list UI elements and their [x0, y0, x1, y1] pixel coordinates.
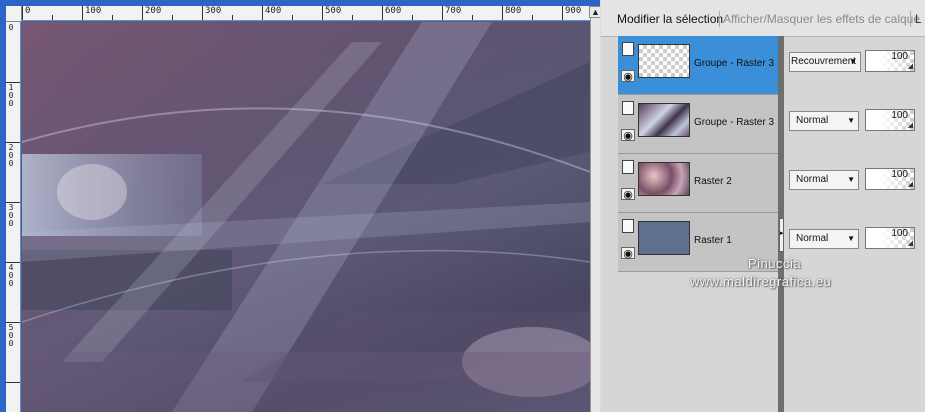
ruler-label: 400	[265, 6, 282, 16]
resize-grip-icon: ◢	[907, 181, 913, 188]
eye-icon[interactable]: ◉	[621, 188, 635, 201]
chevron-down-icon: ▼	[849, 57, 857, 66]
chevron-down-icon: ▼	[847, 234, 855, 243]
watermark-url: www.maldiregrafica.eu	[690, 274, 832, 289]
tab-truncated[interactable]: L	[915, 12, 922, 26]
watermark-name: Pinuccia	[748, 256, 802, 271]
chevron-right-icon[interactable]: ▸	[779, 218, 784, 252]
layer-thumbnail	[638, 162, 690, 196]
layer-row[interactable]: ◉ Groupe - Raster 3	[618, 95, 778, 154]
ruler-label: 800	[505, 6, 522, 16]
ruler-label: 500	[325, 6, 342, 16]
layers-panel: Modifier la sélection Afficher/Masquer l…	[601, 0, 925, 412]
blend-mode-value: Normal	[796, 233, 829, 244]
ruler-label: 5 0 0	[8, 323, 14, 348]
layer-thumbnail	[638, 103, 690, 137]
ruler-label: 1 0 0	[8, 83, 14, 108]
blend-mode-select[interactable]: Normal ▼	[789, 229, 859, 249]
layer-properties: Recouvrement ▼ 100 ◢ Normal ▼ 100 ◢ Normal ▼ …	[785, 36, 925, 268]
ruler-label: 0	[25, 6, 31, 16]
toolbar-divider	[719, 11, 720, 27]
ruler-corner	[6, 6, 22, 22]
ruler-label: 4 0 0	[8, 263, 14, 288]
ruler-label: 300	[205, 6, 222, 16]
resize-grip-icon: ◢	[907, 63, 913, 70]
opacity-value: 100	[891, 169, 908, 180]
vertical-ruler: 0 1 0 0 2 0 0 3 0 0 4 0 0 5 0 0	[6, 22, 21, 412]
resize-grip-icon: ◢	[907, 122, 913, 129]
resize-grip-icon: ◢	[907, 240, 913, 247]
layer-name: Groupe - Raster 3	[694, 117, 775, 128]
tab-toggle-layer-effects[interactable]: Afficher/Masquer les effets de calque	[723, 12, 920, 26]
blend-mode-value: Normal	[796, 174, 829, 185]
blend-mode-value: Recouvrement	[791, 56, 857, 67]
ruler-label: 700	[445, 6, 462, 16]
toolbar-divider	[910, 11, 911, 27]
opacity-field[interactable]: 100 ◢	[865, 50, 915, 72]
layer-row[interactable]: ◉ Raster 2	[618, 154, 778, 213]
blend-mode-select[interactable]: Normal ▼	[789, 170, 859, 190]
layer-thumbnail	[638, 44, 690, 78]
ruler-label: 900	[565, 6, 582, 16]
eye-icon[interactable]: ◉	[621, 129, 635, 142]
blend-mode-value: Normal	[796, 115, 829, 126]
chevron-down-icon: ▼	[847, 175, 855, 184]
eye-icon[interactable]: ◉	[621, 70, 635, 83]
layer-link-icon[interactable]	[622, 160, 634, 174]
image-editor: 0 100 200 300 400 500 600 700 800 900 0 …	[0, 0, 600, 412]
layer-name: Raster 1	[694, 235, 732, 246]
ruler-label: 100	[85, 6, 102, 16]
layer-name: Raster 2	[694, 176, 732, 187]
opacity-value: 100	[891, 110, 908, 121]
layer-list: ◉ Groupe - Raster 3 ◉ Groupe - Raster 3 …	[618, 36, 778, 272]
opacity-value: 100	[891, 51, 908, 62]
layer-link-icon[interactable]	[622, 101, 634, 115]
scroll-up-button[interactable]: ▲	[589, 6, 600, 18]
layer-name: Groupe - Raster 3	[694, 58, 775, 69]
ruler-label: 200	[145, 6, 162, 16]
ruler-label: 0	[8, 23, 14, 32]
chevron-down-icon: ▼	[847, 116, 855, 125]
ruler-label: 3 0 0	[8, 203, 14, 228]
horizontal-ruler: 0 100 200 300 400 500 600 700 800 900	[22, 6, 590, 21]
ruler-label: 2 0 0	[8, 143, 14, 168]
eye-icon[interactable]: ◉	[621, 247, 635, 260]
vertical-scrollbar[interactable]: ▲	[589, 6, 600, 412]
layers-toolbar: Modifier la sélection Afficher/Masquer l…	[601, 0, 925, 37]
tab-edit-selection[interactable]: Modifier la sélection	[617, 12, 723, 26]
opacity-field[interactable]: 100 ◢	[865, 168, 915, 190]
layer-thumbnail	[638, 221, 690, 255]
blend-mode-select[interactable]: Normal ▼	[789, 111, 859, 131]
ruler-label: 600	[385, 6, 402, 16]
layer-link-icon[interactable]	[622, 219, 634, 233]
blend-mode-select[interactable]: Recouvrement ▼	[789, 52, 861, 72]
arrow-up-icon: ▲	[591, 7, 600, 17]
opacity-value: 100	[891, 228, 908, 239]
opacity-field[interactable]: 100 ◢	[865, 109, 915, 131]
layer-link-icon[interactable]	[622, 42, 634, 56]
canvas-artwork	[22, 22, 590, 412]
image-canvas[interactable]	[22, 22, 590, 412]
layer-row[interactable]: ◉ Groupe - Raster 3	[618, 36, 778, 95]
opacity-field[interactable]: 100 ◢	[865, 227, 915, 249]
